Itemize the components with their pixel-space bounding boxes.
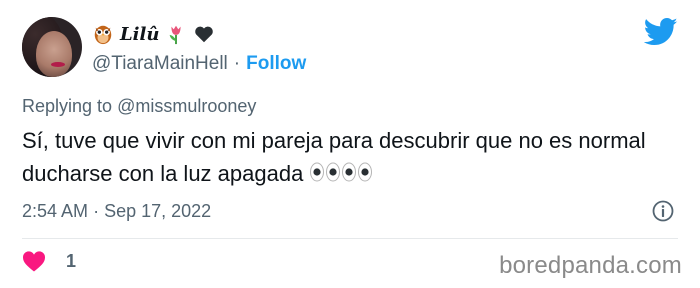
follow-button[interactable]: Follow bbox=[246, 53, 306, 75]
owl-emoji-icon bbox=[94, 25, 112, 45]
tulip-emoji-icon bbox=[170, 25, 182, 45]
reply-mention-link[interactable]: @missmulrooney bbox=[117, 96, 256, 116]
display-name-row[interactable]: Lilû bbox=[92, 21, 306, 47]
tweet-card: Lilû @TiaraMainHell · Follow Replying to… bbox=[0, 0, 700, 288]
tweet-body: Sí, tuve que vivir con mi pareja para de… bbox=[22, 124, 682, 190]
avatar[interactable] bbox=[22, 17, 82, 77]
tweet-timestamp[interactable]: 2:54 AM · Sep 17, 2022 bbox=[22, 201, 211, 222]
like-count: 1 bbox=[66, 250, 77, 271]
avatar-lips bbox=[51, 62, 65, 67]
replying-to: Replying to @missmulrooney bbox=[22, 96, 256, 117]
heart-icon[interactable] bbox=[22, 250, 46, 272]
display-name[interactable]: Lilû bbox=[120, 24, 159, 45]
tweet-time: 2:54 AM bbox=[22, 201, 89, 221]
timestamp-separator: · bbox=[93, 201, 100, 221]
like-action[interactable]: 1 bbox=[22, 250, 76, 272]
author-info: Lilû @TiaraMainHell · Follow bbox=[92, 21, 306, 77]
tweet-date: Sep 17, 2022 bbox=[104, 201, 212, 221]
tweet-header: Lilû @TiaraMainHell · Follow bbox=[22, 17, 682, 91]
eyes-emoji-icon bbox=[310, 162, 373, 182]
handle-separator: · bbox=[233, 53, 241, 74]
watermark: boredpanda.com bbox=[499, 252, 682, 279]
black-heart-emoji-icon bbox=[195, 26, 214, 43]
handle-row: @TiaraMainHell · Follow bbox=[92, 51, 306, 77]
user-handle[interactable]: @TiaraMainHell bbox=[92, 53, 228, 75]
info-icon[interactable] bbox=[651, 199, 675, 223]
divider bbox=[22, 238, 678, 239]
twitter-bird-icon[interactable] bbox=[644, 17, 678, 47]
replying-to-prefix: Replying to bbox=[22, 96, 113, 116]
avatar-face bbox=[36, 31, 72, 77]
